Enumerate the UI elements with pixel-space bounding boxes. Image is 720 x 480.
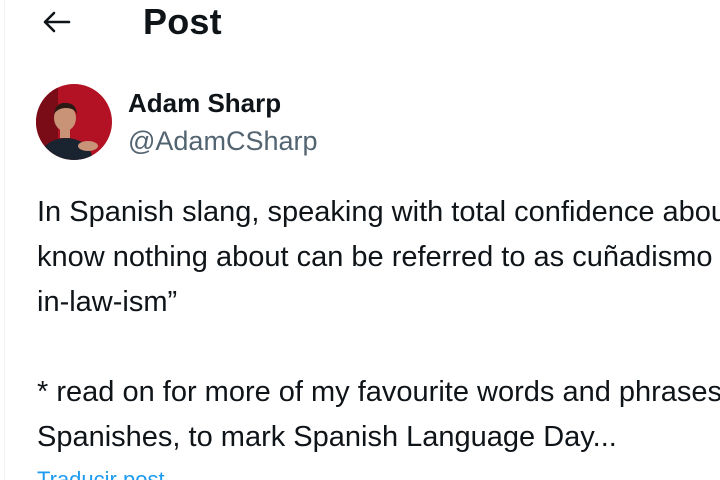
post-text-line: know nothing about can be referred to as… [37, 241, 720, 273]
page-title: Post [143, 1, 222, 42]
avatar[interactable] [36, 84, 112, 160]
post-text-line: * read on for more of my favourite words… [37, 376, 720, 408]
author-name[interactable]: Adam Sharp [128, 86, 281, 120]
translate-post-link[interactable]: Traducir post [37, 466, 165, 480]
post-header: Post [0, 0, 720, 48]
post-text-line: In Spanish slang, speaking with total co… [37, 196, 720, 228]
arrow-left-icon [43, 11, 71, 33]
post-text-line: Spanishes, to mark Spanish Language Day.… [37, 421, 617, 453]
column-border [4, 0, 5, 480]
post-text: In Spanish slang, speaking with total co… [37, 190, 720, 460]
author-handle[interactable]: @AdamCSharp [128, 124, 318, 158]
post-text-spacer [37, 325, 720, 370]
back-button[interactable] [34, 4, 78, 40]
post-text-line: in-law-ism” [37, 286, 178, 318]
